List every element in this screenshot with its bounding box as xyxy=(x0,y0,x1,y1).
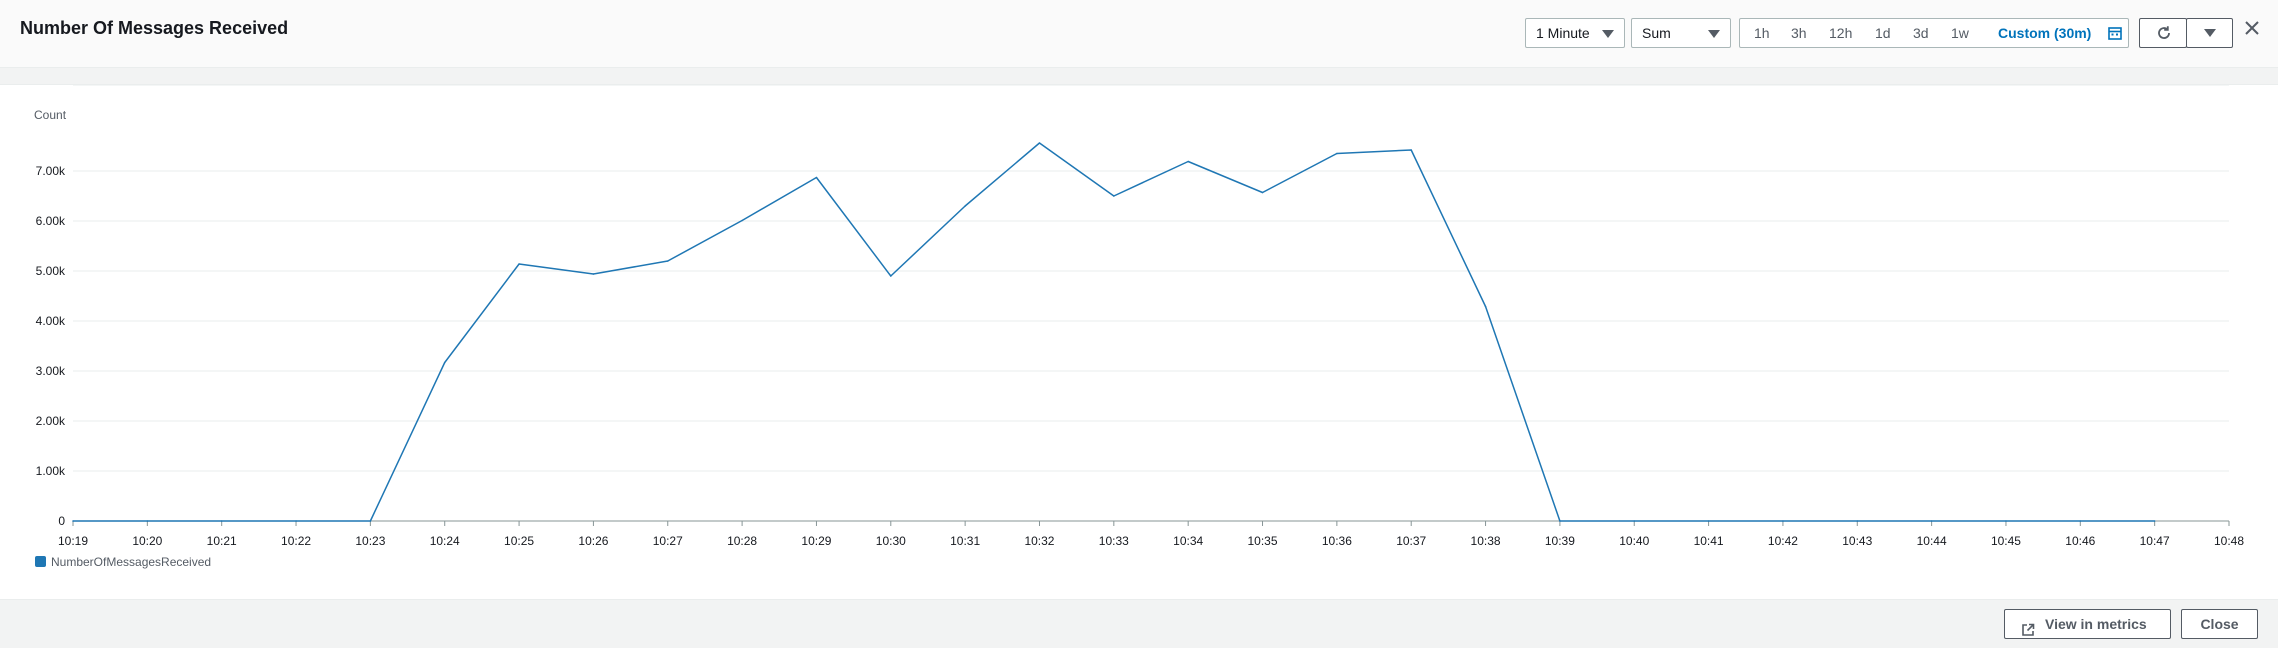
x-tick-label: 10:30 xyxy=(876,534,906,548)
x-tick-label: 10:24 xyxy=(430,534,460,548)
x-tick-label: 10:37 xyxy=(1396,534,1426,548)
x-tick-label: 10:47 xyxy=(2140,534,2170,548)
series-line xyxy=(73,142,2155,522)
data-point xyxy=(815,176,818,179)
x-tick-label: 10:23 xyxy=(355,534,385,548)
view-in-metrics-label: View in metrics xyxy=(2045,616,2147,632)
line-chart: Count 0 1.00k 2.00k 3.00k 4.00k 5.00k 6.00k 7.0… xyxy=(34,84,2244,548)
y-axis-label: Count xyxy=(34,108,67,122)
y-tick-label: 3.00k xyxy=(36,364,66,378)
data-point xyxy=(518,263,520,265)
x-tick-label: 10:22 xyxy=(281,534,311,548)
data-point xyxy=(146,520,149,522)
data-point xyxy=(443,361,446,364)
data-point xyxy=(1336,152,1338,155)
x-tick-label: 10:33 xyxy=(1099,534,1129,548)
x-tick-label: 10:41 xyxy=(1694,534,1724,548)
data-point xyxy=(741,219,743,222)
data-point xyxy=(295,520,297,522)
data-point xyxy=(1038,142,1041,144)
x-tick-label: 10:31 xyxy=(950,534,980,548)
data-point xyxy=(2079,520,2082,522)
data-point xyxy=(1559,520,1561,522)
x-tick-label: 10:48 xyxy=(2214,534,2244,548)
view-in-metrics-button[interactable]: View in metrics xyxy=(2004,609,2171,639)
x-tick-label: 10:34 xyxy=(1173,534,1203,548)
legend-swatch xyxy=(35,556,46,567)
x-tick-label: 10:39 xyxy=(1545,534,1575,548)
x-tick-label: 10:25 xyxy=(504,534,534,548)
data-point xyxy=(1261,191,1264,194)
x-tick-label: 10:28 xyxy=(727,534,757,548)
y-tick-label: 1.00k xyxy=(36,464,66,478)
y-tick-label: 7.00k xyxy=(36,164,66,178)
x-tick-label: 10:19 xyxy=(58,534,88,548)
data-point xyxy=(1113,195,1115,197)
x-tick-label: 10:32 xyxy=(1024,534,1054,548)
data-point xyxy=(2005,520,2007,522)
x-tick-label: 10:45 xyxy=(1991,534,2021,548)
data-point xyxy=(592,273,595,275)
data-point xyxy=(1856,520,1859,522)
data-point xyxy=(72,520,74,522)
data-point xyxy=(1707,520,1710,522)
data-point xyxy=(666,260,669,262)
y-tick-label: 2.00k xyxy=(36,414,66,428)
legend-label: NumberOfMessagesReceived xyxy=(51,555,212,569)
x-tick-label: 10:21 xyxy=(207,534,237,548)
y-tick-label: 6.00k xyxy=(36,214,66,228)
x-tick-label: 10:26 xyxy=(578,534,608,548)
data-point xyxy=(1187,160,1189,163)
data-point xyxy=(1633,520,1636,522)
y-tick-label: 0 xyxy=(58,514,65,528)
x-tick-label: 10:36 xyxy=(1322,534,1352,548)
data-point xyxy=(1782,520,1784,522)
data-point xyxy=(2153,520,2156,522)
data-point xyxy=(889,275,892,277)
x-tick-label: 10:38 xyxy=(1471,534,1501,548)
y-tick-label: 4.00k xyxy=(36,314,66,328)
data-point xyxy=(369,520,372,522)
data-point xyxy=(220,520,223,522)
data-point xyxy=(1410,149,1413,151)
external-link-icon xyxy=(2021,618,2035,646)
close-button[interactable]: Close xyxy=(2181,609,2258,639)
data-point xyxy=(1484,305,1487,308)
x-tick-label: 10:42 xyxy=(1768,534,1798,548)
data-point xyxy=(964,205,966,207)
y-tick-label: 5.00k xyxy=(36,264,66,278)
x-tick-label: 10:44 xyxy=(1917,534,1947,548)
x-tick-label: 10:20 xyxy=(132,534,162,548)
x-tick-label: 10:27 xyxy=(653,534,683,548)
close-button-label: Close xyxy=(2200,616,2239,632)
x-tick-label: 10:43 xyxy=(1842,534,1872,548)
x-tick-label: 10:46 xyxy=(2065,534,2095,548)
x-tick-label: 10:40 xyxy=(1619,534,1649,548)
x-tick-label: 10:29 xyxy=(801,534,831,548)
data-point xyxy=(1930,520,1933,522)
x-tick-label: 10:35 xyxy=(1248,534,1278,548)
